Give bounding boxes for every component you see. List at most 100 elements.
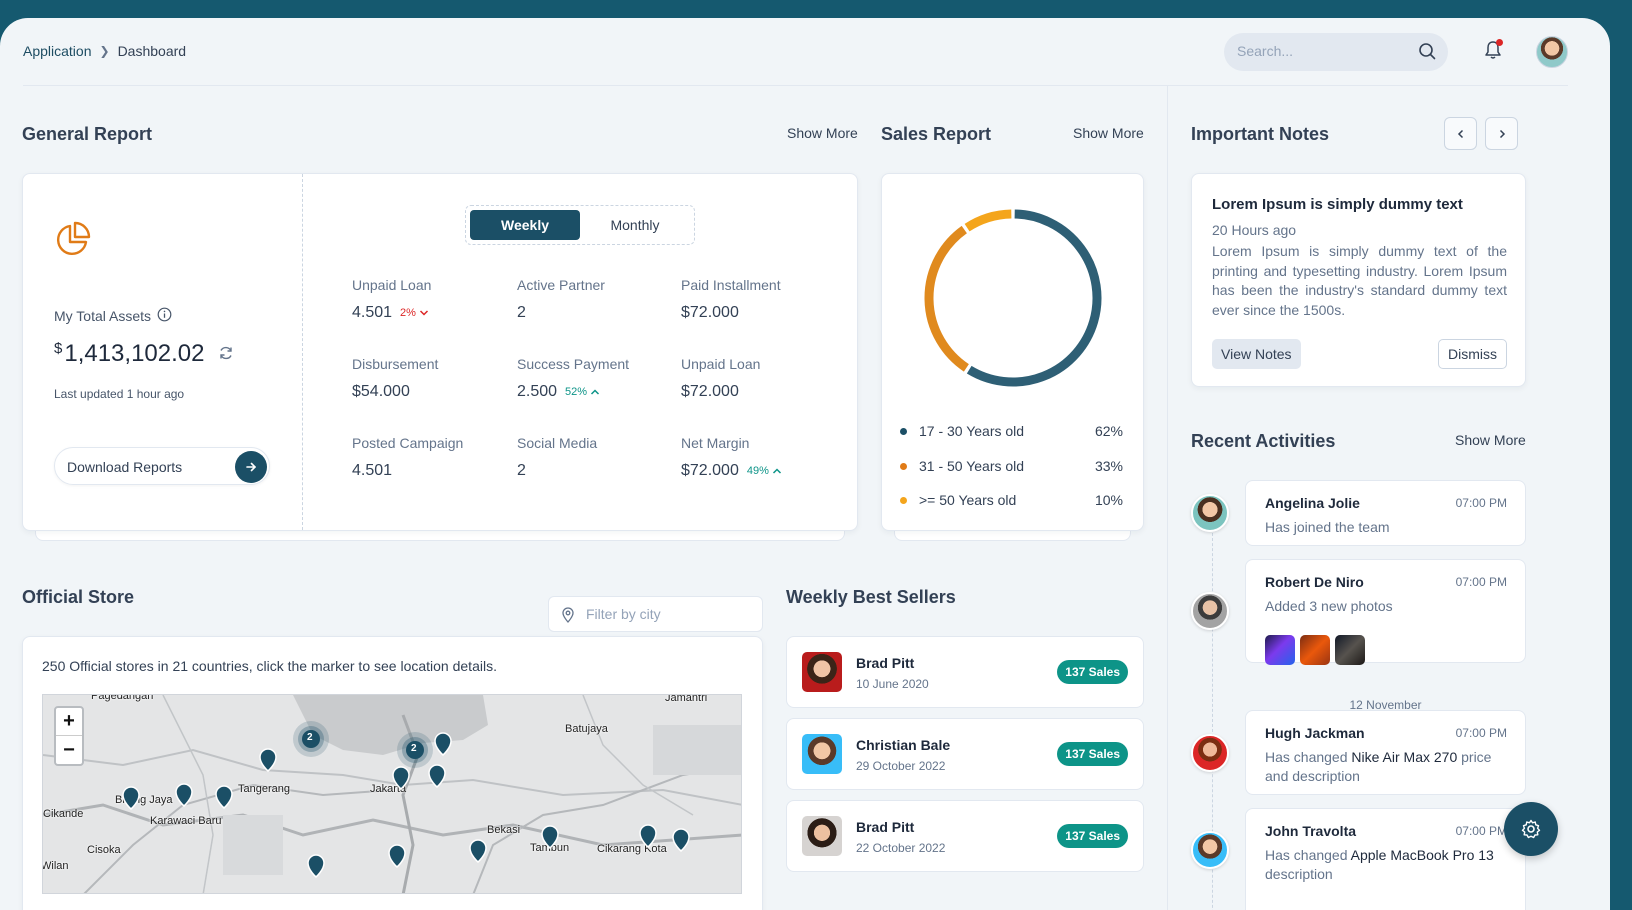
legend-bullet xyxy=(900,462,907,470)
prev-note-button[interactable] xyxy=(1444,117,1477,150)
user-avatar[interactable] xyxy=(1536,36,1568,68)
refresh-icon[interactable] xyxy=(218,340,234,368)
avatar[interactable] xyxy=(1191,592,1229,630)
activity-name: Angelina Jolie xyxy=(1265,495,1360,511)
view-notes-button[interactable]: View Notes xyxy=(1212,339,1301,369)
tab-weekly[interactable]: Weekly xyxy=(470,210,580,240)
activity-time: 07:00 PM xyxy=(1455,824,1507,838)
photo-thumbnail[interactable] xyxy=(1300,635,1330,665)
map-marker[interactable] xyxy=(392,766,410,790)
activity-time: 07:00 PM xyxy=(1455,726,1507,740)
bell-icon[interactable] xyxy=(1484,39,1503,65)
activity-time: 07:00 PM xyxy=(1455,496,1507,510)
stat-value: $54.000 xyxy=(352,383,410,400)
stat-unpaid-loan: Unpaid Loan 4.501 2% xyxy=(352,277,431,322)
map-marker[interactable] xyxy=(428,764,446,788)
stat-paid-installment: Paid Installment $72.000 xyxy=(681,277,781,322)
map-marker[interactable] xyxy=(388,844,406,868)
activity-description: Has changed Apple MacBook Pro 13 descrip… xyxy=(1265,846,1507,884)
activities-show-more[interactable]: Show More xyxy=(1455,432,1526,448)
sales-report-show-more[interactable]: Show More xyxy=(1073,125,1144,141)
map-marker[interactable] xyxy=(175,783,193,807)
activity-item[interactable]: Angelina Jolie 07:00 PM Has joined the t… xyxy=(1245,480,1526,546)
map-marker[interactable] xyxy=(672,828,690,852)
download-reports-button[interactable]: Download Reports xyxy=(54,447,270,485)
map-marker[interactable] xyxy=(122,786,140,810)
arrow-right-icon[interactable] xyxy=(235,451,267,483)
activity-name: John Travolta xyxy=(1265,823,1357,839)
sales-report-card: 17 - 30 Years old 62% 31 - 50 Years old … xyxy=(881,173,1144,531)
map-marker[interactable] xyxy=(469,839,487,863)
search-input[interactable] xyxy=(1237,43,1407,59)
breadcrumb: Application ❯ Dashboard xyxy=(23,43,186,59)
activity-item[interactable]: Hugh Jackman 07:00 PM Has changed Nike A… xyxy=(1245,710,1526,795)
last-updated-text: Last updated 1 hour ago xyxy=(54,387,185,401)
product-link[interactable]: Apple MacBook Pro 13 xyxy=(1351,847,1494,863)
seller-date: 29 October 2022 xyxy=(856,759,946,773)
seller-item[interactable]: Christian Bale 29 October 2022 137 Sales xyxy=(786,718,1144,790)
map-marker[interactable] xyxy=(307,854,325,878)
activity-item[interactable]: Robert De Niro 07:00 PM Added 3 new phot… xyxy=(1245,559,1526,665)
right-panel-divider xyxy=(1167,86,1168,910)
stat-value-row: $54.000 xyxy=(352,383,438,401)
legend-row: 17 - 30 Years old 62% xyxy=(900,423,1123,439)
stat-label: Net Margin xyxy=(681,435,750,451)
activity-description: Has changed Nike Air Max 270 price and d… xyxy=(1265,748,1507,786)
download-reports-label: Download Reports xyxy=(67,459,183,475)
search-icon[interactable] xyxy=(1418,42,1436,65)
seller-name: Brad Pitt xyxy=(856,819,915,835)
settings-button[interactable] xyxy=(1504,802,1558,856)
stat-posted-campaign: Posted Campaign 4.501 xyxy=(352,435,463,480)
total-assets-label: My Total Assets xyxy=(54,307,172,325)
top-bar: Application ❯ Dashboard xyxy=(23,18,1568,86)
avatar[interactable] xyxy=(1191,494,1229,532)
store-map[interactable]: + − Pagedangan Jamantri Batujaya Tangera… xyxy=(42,694,742,894)
breadcrumb-dashboard: Dashboard xyxy=(117,43,187,59)
stat-change-text: 49% xyxy=(746,465,769,477)
stat-label: Paid Installment xyxy=(681,277,781,293)
total-assets-value: $ 1,413,102.02 xyxy=(54,340,234,368)
chevron-down-icon xyxy=(419,310,428,316)
general-report-show-more[interactable]: Show More xyxy=(787,125,858,141)
search-box[interactable] xyxy=(1224,33,1448,71)
dismiss-button[interactable]: Dismiss xyxy=(1438,339,1507,369)
stat-value: 2.500 xyxy=(517,383,558,400)
map-marker[interactable] xyxy=(259,748,277,772)
product-link[interactable]: Nike Air Max 270 xyxy=(1351,749,1457,765)
stat-value-row: 4.501 2% xyxy=(352,304,431,322)
breadcrumb-application[interactable]: Application xyxy=(23,43,92,59)
map-marker[interactable] xyxy=(434,732,452,756)
map-marker[interactable] xyxy=(639,824,657,848)
activity-time: 07:00 PM xyxy=(1455,575,1507,589)
avatar[interactable] xyxy=(1191,831,1229,869)
stat-label: Active Partner xyxy=(517,277,605,293)
legend-row: 31 - 50 Years old 33% xyxy=(900,458,1123,474)
chevron-up-icon xyxy=(772,468,781,474)
card-divider xyxy=(302,174,303,530)
best-sellers-title: Weekly Best Sellers xyxy=(786,587,956,607)
filter-city-input[interactable] xyxy=(586,606,751,622)
photo-thumbnail[interactable] xyxy=(1335,635,1365,665)
general-report-card: My Total Assets $ 1,413,102.02 Last upda… xyxy=(22,173,858,531)
next-note-button[interactable] xyxy=(1485,117,1518,150)
activity-text: Has changed xyxy=(1265,749,1352,765)
sales-badge: 137 Sales xyxy=(1057,660,1128,684)
map-marker[interactable] xyxy=(215,785,233,809)
seller-item[interactable]: Brad Pitt 22 October 2022 137 Sales xyxy=(786,800,1144,872)
notification-dot xyxy=(1496,39,1503,46)
tab-monthly[interactable]: Monthly xyxy=(580,210,690,240)
photo-thumbnail[interactable] xyxy=(1265,635,1295,665)
info-icon[interactable] xyxy=(157,307,172,325)
activity-item[interactable]: John Travolta 07:00 PM Has changed Apple… xyxy=(1245,808,1526,910)
activity-name: Hugh Jackman xyxy=(1265,725,1365,741)
seller-item[interactable]: Brad Pitt 10 June 2020 137 Sales xyxy=(786,636,1144,708)
map-marker[interactable] xyxy=(541,825,559,849)
legend-label: 17 - 30 Years old xyxy=(919,423,1025,439)
stat-value: 2 xyxy=(517,304,526,321)
city-filter[interactable] xyxy=(548,596,763,632)
avatar[interactable] xyxy=(1191,734,1229,772)
donut-segment xyxy=(966,209,1102,387)
legend-row: >= 50 Years old 10% xyxy=(900,492,1123,508)
seller-photo xyxy=(802,652,842,692)
activity-description: Added 3 new photos xyxy=(1265,598,1393,614)
